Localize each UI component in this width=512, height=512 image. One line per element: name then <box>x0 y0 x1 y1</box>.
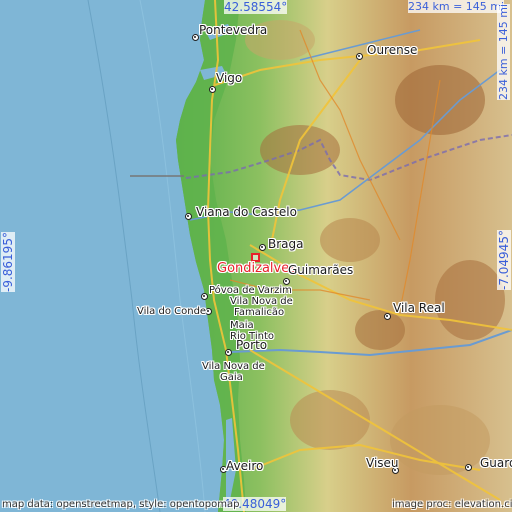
ourense-dot <box>356 53 363 60</box>
place-label-guimaraes[interactable]: Guimarães <box>288 263 353 277</box>
place-label-famalicao-line1[interactable]: Vila Nova de <box>230 296 293 307</box>
topographic-map[interactable]: Pontevedra Ourense Vigo Viana do Castelo… <box>0 0 512 512</box>
place-label-ourense[interactable]: Ourense <box>367 43 417 57</box>
porto-dot <box>225 349 232 356</box>
viana-dot <box>185 213 192 220</box>
place-label-vigo[interactable]: Vigo <box>216 71 242 85</box>
place-label-pontevedra[interactable]: Pontevedra <box>199 23 267 37</box>
vigo-dot <box>209 86 216 93</box>
place-label-guarda[interactable]: Guarda <box>480 456 512 470</box>
coord-right: -7.04945° <box>497 230 511 290</box>
place-label-braga[interactable]: Braga <box>268 237 304 251</box>
place-label-viseu[interactable]: Viseu <box>366 456 399 470</box>
map-data-credit: map data: openstreetmap, style: opentopo… <box>2 499 240 510</box>
highlighted-place-label[interactable]: Gondizalves <box>217 261 296 276</box>
scale-horizontal: 234 km = 145 mi <box>408 0 505 13</box>
place-label-maia[interactable]: Maia <box>230 320 254 331</box>
guimaraes-dot <box>283 278 290 285</box>
place-label-aveiro[interactable]: Aveiro <box>226 459 263 473</box>
pontevedra-dot <box>192 34 199 41</box>
place-label-vila-do-conde[interactable]: Vila do Conde <box>137 306 206 317</box>
place-label-viana-do-castelo[interactable]: Viana do Castelo <box>196 205 297 219</box>
coord-top: 42.58554° <box>224 0 288 14</box>
place-label-vila-real[interactable]: Vila Real <box>393 301 445 315</box>
place-label-povoa-de-varzim[interactable]: Póvoa de Varzim <box>209 285 292 296</box>
vila-real-dot <box>384 313 391 320</box>
povoa-dot <box>201 293 208 300</box>
image-proc-credit: image proc: elevation.city <box>392 499 512 510</box>
scale-vertical: 234 km = 145 mi <box>497 3 510 100</box>
guarda-dot <box>465 464 472 471</box>
braga-dot <box>259 244 266 251</box>
place-label-gaia-line2[interactable]: Gaia <box>220 372 243 383</box>
place-label-gaia-line1[interactable]: Vila Nova de <box>202 361 265 372</box>
place-label-porto[interactable]: Porto <box>236 338 267 352</box>
coord-left: -9.86195° <box>1 232 15 292</box>
place-label-famalicao-line2[interactable]: Famalicão <box>234 307 284 318</box>
